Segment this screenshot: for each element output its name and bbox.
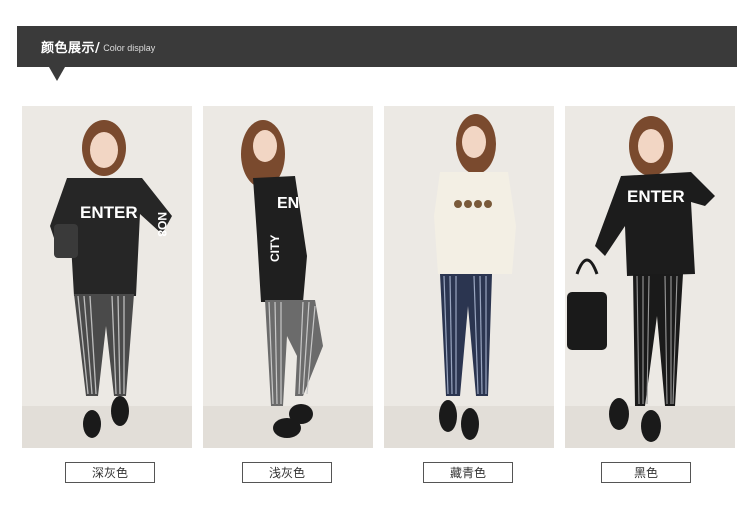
sleeve-print-text: NO8 — [155, 212, 169, 237]
color-label-text: 藏青色 — [449, 466, 486, 480]
color-label-dark-grey: 深灰色 — [65, 462, 155, 483]
product-photo-black: ENTER — [565, 106, 735, 448]
color-label-text: 深灰色 — [91, 466, 128, 480]
shirt-print-text: ENTER — [80, 203, 138, 222]
sleeve-print-text: CITY — [268, 235, 282, 262]
color-label-black: 黑色 — [601, 462, 691, 483]
header-pointer-arrow — [49, 67, 65, 81]
color-label-text: 黑色 — [633, 466, 658, 480]
product-photo-navy — [384, 106, 554, 448]
product-photo-dark-grey: ENTER NO8 — [22, 106, 192, 448]
product-photo-light-grey: EN CITY — [203, 106, 373, 448]
color-label-text: 浅灰色 — [268, 466, 305, 480]
shirt-print-text: EN — [277, 195, 299, 212]
shirt-print-text: ENTER — [627, 187, 685, 206]
section-header: 颜色展示/ Color display — [17, 26, 737, 67]
color-label-light-grey: 浅灰色 — [242, 462, 332, 483]
color-label-navy: 藏青色 — [423, 462, 513, 483]
section-title: 颜色展示/ — [41, 41, 101, 56]
section-subtitle: Color display — [103, 42, 156, 53]
